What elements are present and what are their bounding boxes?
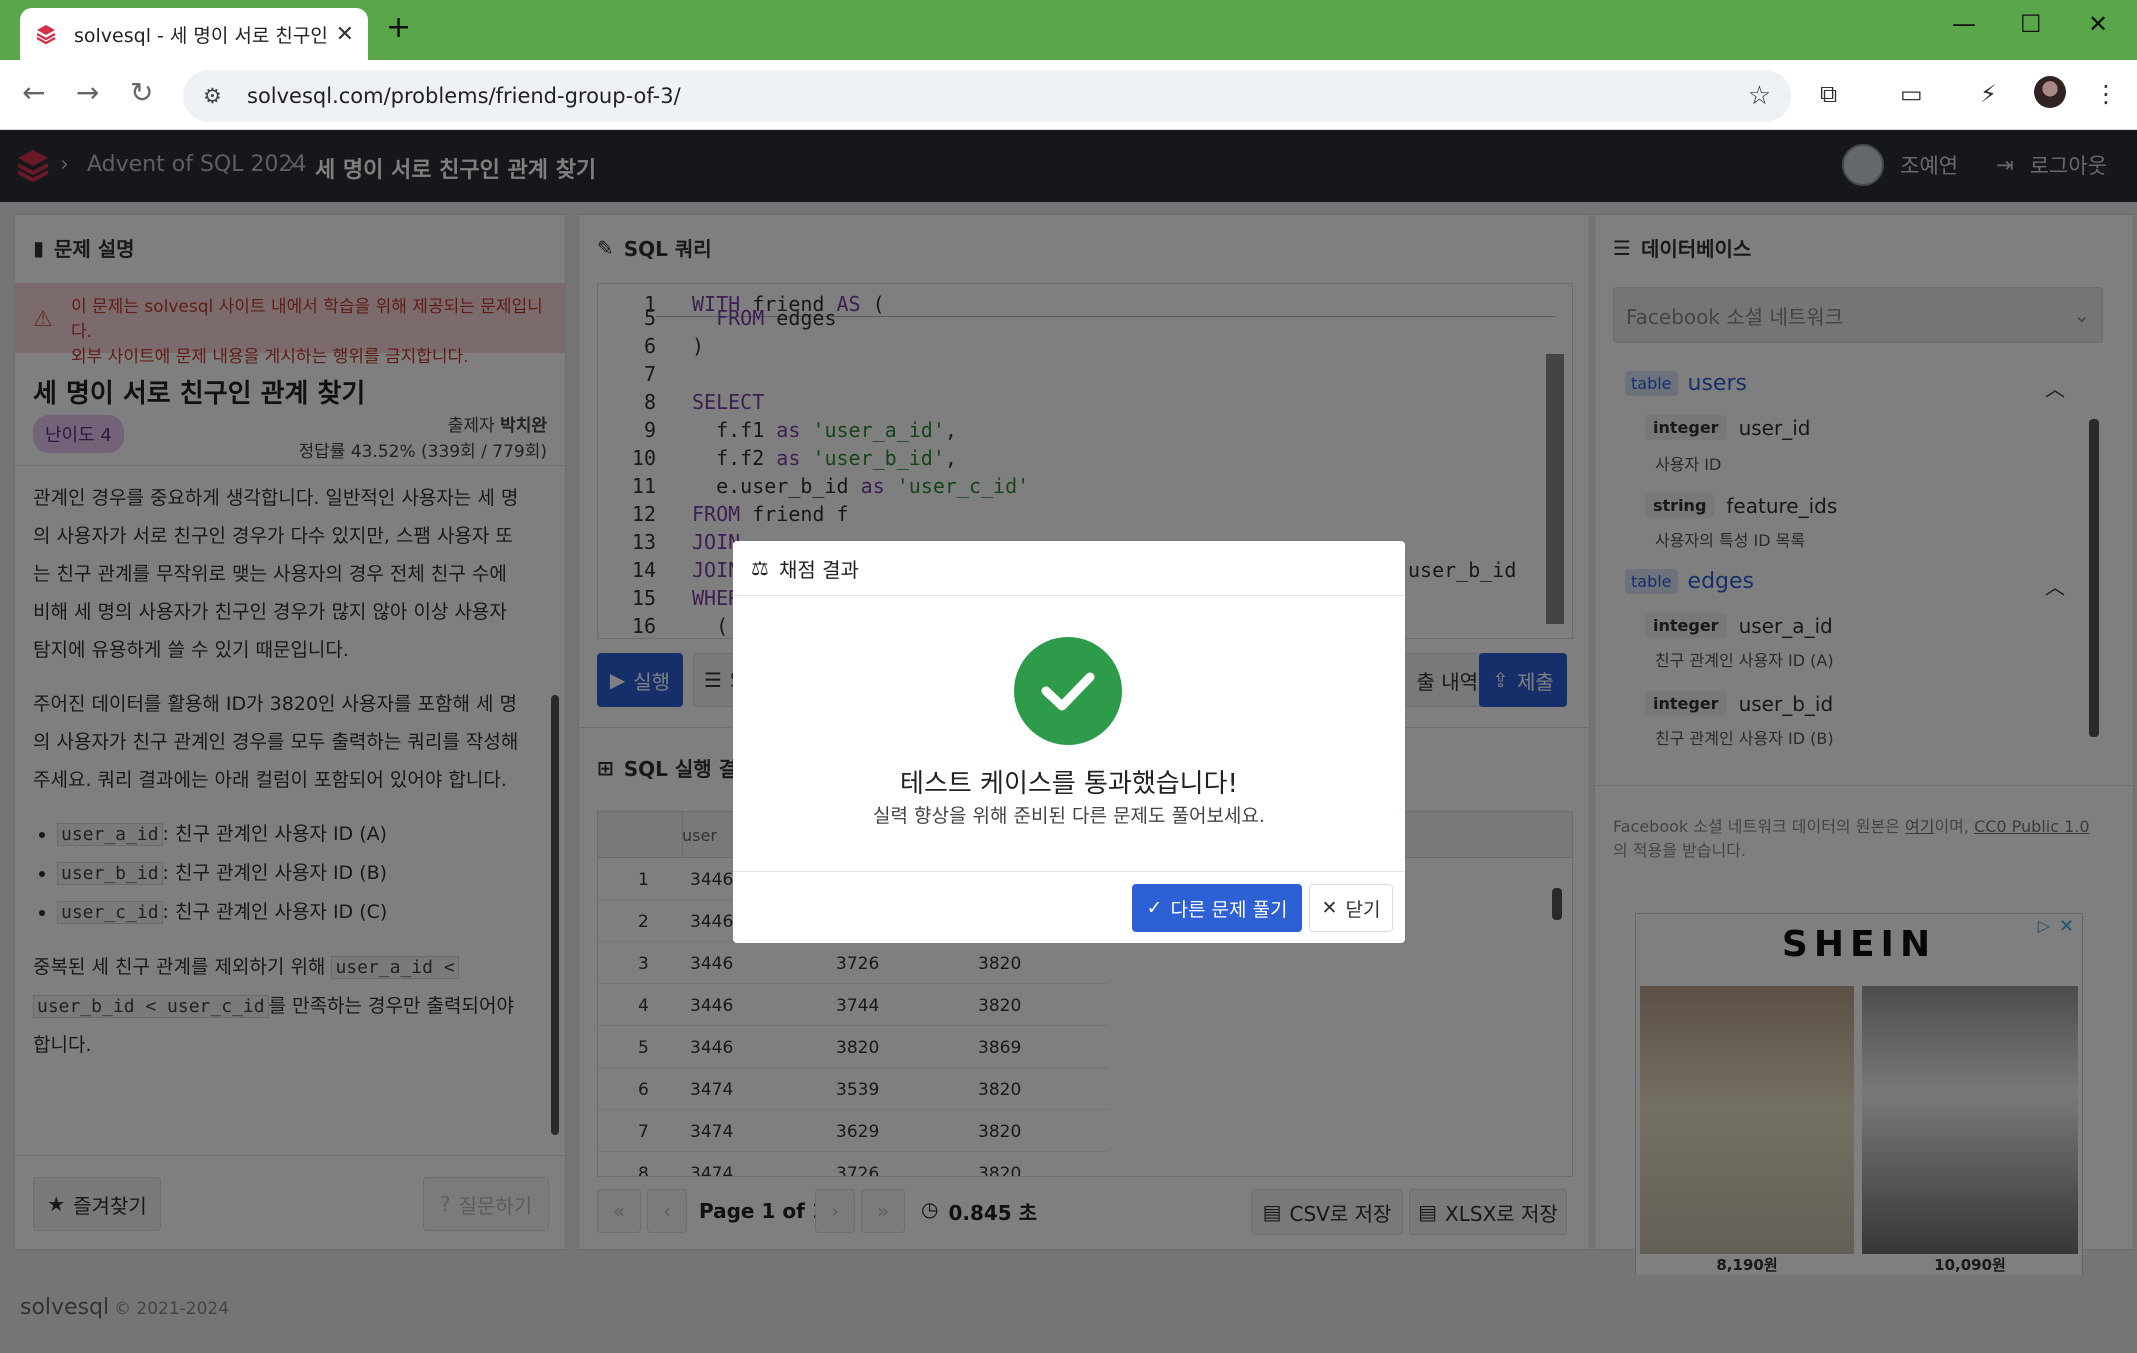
solvesql-favicon-icon xyxy=(34,22,58,46)
modal-subtext: 실력 향상을 위해 준비된 다른 문제도 풀어보세요. xyxy=(873,805,1265,827)
extension-bolt-icon[interactable]: ⚡ xyxy=(1980,80,1997,108)
modal-title: 채점 결과 xyxy=(778,557,859,582)
grading-result-modal: ⚖ 채점 결과 테스트 케이스를 통과했습니다! 실력 향상을 위해 준비된 다… xyxy=(733,541,1405,943)
modal-headline: 테스트 케이스를 통과했습니다! xyxy=(900,769,1238,799)
reload-icon[interactable]: ↻ xyxy=(130,76,153,109)
maximize-icon[interactable]: ☐ xyxy=(2020,10,2042,38)
browser-tab-bar: solvesql - 세 명이 서로 친구인 ✕ + — ☐ ✕ xyxy=(0,0,2137,60)
close-label: 닫기 xyxy=(1345,898,1381,921)
tab-title: solvesql - 세 명이 서로 친구인 xyxy=(74,24,328,47)
success-check-icon xyxy=(1014,637,1122,745)
address-bar[interactable]: ⚙ solvesql.com/problems/friend-group-of-… xyxy=(183,70,1791,122)
close-window-icon[interactable]: ✕ xyxy=(2088,10,2108,38)
media-icon[interactable]: ▭ xyxy=(1900,80,1923,108)
next-problem-label: 다른 문제 풀기 xyxy=(1170,898,1288,921)
close-modal-button[interactable]: ✕ 닫기 xyxy=(1309,884,1393,932)
bookmark-star-icon[interactable]: ☆ xyxy=(1748,81,1771,111)
next-problem-button[interactable]: ✓ 다른 문제 풀기 xyxy=(1132,884,1302,932)
site-settings-icon[interactable]: ⚙ xyxy=(203,84,229,108)
minimize-icon[interactable]: — xyxy=(1952,10,1976,38)
browser-tab[interactable]: solvesql - 세 명이 서로 친구인 ✕ xyxy=(20,8,368,60)
url-text: solvesql.com/problems/friend-group-of-3/ xyxy=(247,84,681,108)
scale-icon: ⚖ xyxy=(751,556,769,580)
extensions-icon[interactable]: ⧉ xyxy=(1820,80,1837,108)
forward-icon[interactable]: → xyxy=(76,76,99,109)
tab-close-icon[interactable]: ✕ xyxy=(336,22,354,47)
modal-footer: ✓ 다른 문제 풀기 ✕ 닫기 xyxy=(733,871,1405,943)
check-icon: ✓ xyxy=(1146,897,1163,919)
close-icon: ✕ xyxy=(1321,897,1338,919)
browser-toolbar: ← → ↻ ⚙ solvesql.com/problems/friend-gro… xyxy=(0,60,2137,130)
modal-header: ⚖ 채점 결과 xyxy=(733,541,1405,596)
back-icon[interactable]: ← xyxy=(22,76,45,109)
new-tab-button[interactable]: + xyxy=(386,10,411,45)
profile-avatar[interactable] xyxy=(2034,76,2066,108)
menu-dots-icon[interactable]: ⋮ xyxy=(2094,80,2118,108)
